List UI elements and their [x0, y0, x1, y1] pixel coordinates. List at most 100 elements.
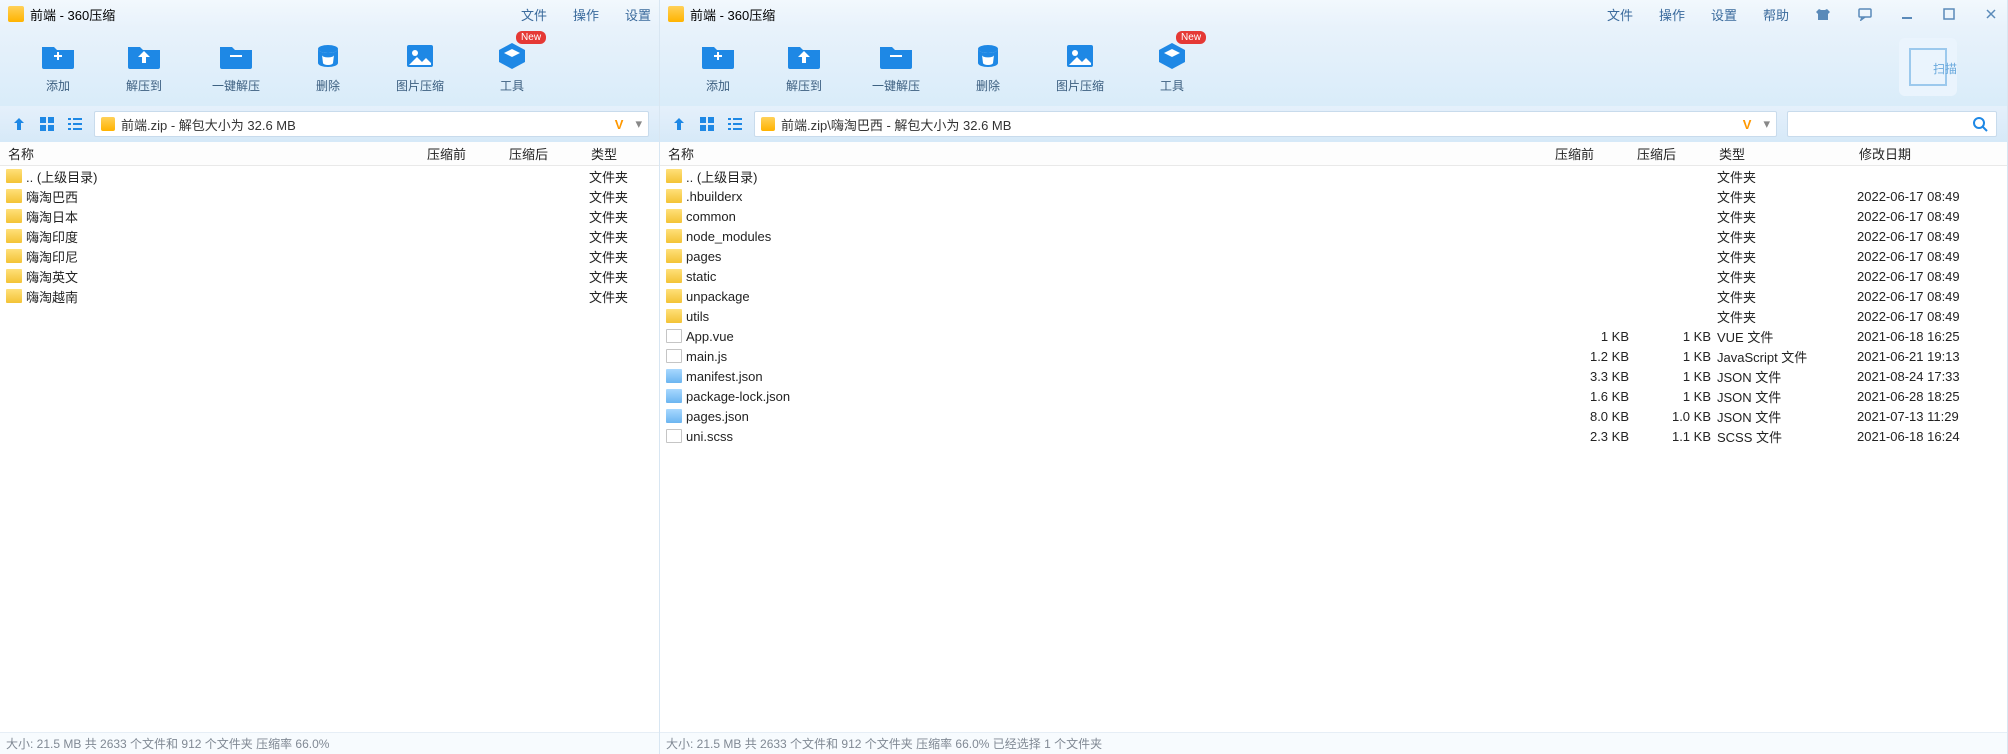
new-badge: New	[516, 31, 546, 44]
navrow-left: 前端.zip - 解包大小为 32.6 MB V ▾	[0, 106, 659, 142]
file-date: 2022-06-17 08:49	[1857, 289, 2007, 304]
nav-grid-icon[interactable]	[38, 115, 56, 133]
file-row[interactable]: pages文件夹2022-06-17 08:49	[660, 246, 2007, 266]
tool-one-click-label: 一键解压	[872, 77, 920, 94]
col-type[interactable]: 类型	[1717, 144, 1857, 163]
file-row[interactable]: unpackage文件夹2022-06-17 08:49	[660, 286, 2007, 306]
tool-delete[interactable]: 删除	[310, 41, 346, 94]
col-date[interactable]: 修改日期	[1857, 144, 2007, 163]
file-row[interactable]: 嗨淘越南文件夹	[0, 286, 659, 306]
file-name-cell: .. (上级目录)	[666, 167, 1553, 186]
file-row[interactable]: .. (上级目录) 文件夹	[0, 166, 659, 186]
file-date: 2021-06-21 19:13	[1857, 349, 2007, 364]
chevron-down-icon[interactable]: ▾	[635, 116, 642, 132]
json-icon	[666, 409, 682, 423]
file-row[interactable]: 嗨淘英文文件夹	[0, 266, 659, 286]
size-before: 2.3 KB	[1553, 429, 1635, 444]
file-name: .hbuilderx	[686, 189, 742, 204]
tool-one-click[interactable]: 一键解压	[212, 41, 260, 94]
col-before[interactable]: 压缩前	[1553, 144, 1635, 163]
scan-icon	[1909, 48, 1947, 86]
size-before: 3.3 KB	[1553, 369, 1635, 384]
file-row[interactable]: .hbuilderx文件夹2022-06-17 08:49	[660, 186, 2007, 206]
menu-settings[interactable]: 设置	[625, 5, 651, 24]
menu-action[interactable]: 操作	[573, 5, 599, 24]
delete-icon	[310, 41, 346, 71]
tool-extract-to[interactable]: 解压到	[126, 41, 162, 94]
file-list-left[interactable]: .. (上级目录)文件夹嗨淘巴西文件夹嗨淘日本文件夹嗨淘印度文件夹嗨淘印尼文件夹…	[0, 166, 659, 732]
search-input[interactable]	[1787, 111, 1997, 137]
tool-add[interactable]: 添加	[40, 41, 76, 94]
column-header-left[interactable]: 名称 压缩前 压缩后 类型	[0, 142, 659, 166]
col-type[interactable]: 类型	[589, 144, 659, 163]
skin-icon[interactable]	[1815, 6, 1831, 22]
menu-file[interactable]: 文件	[521, 5, 547, 24]
close-button[interactable]	[1983, 6, 1999, 22]
nav-up-icon[interactable]	[670, 115, 688, 133]
file-name-cell: .. (上级目录)	[6, 167, 425, 186]
tool-add[interactable]: 添加	[700, 41, 736, 94]
file-row[interactable]: main.js1.2 KB1 KBJavaScript 文件2021-06-21…	[660, 346, 2007, 366]
tool-one-click-label: 一键解压	[212, 77, 260, 94]
file-row[interactable]: .. (上级目录)文件夹	[660, 166, 2007, 186]
file-date: 2022-06-17 08:49	[1857, 249, 2007, 264]
col-name[interactable]: 名称	[666, 144, 1553, 163]
menu-file[interactable]: 文件	[1607, 5, 1633, 24]
menu-help[interactable]: 帮助	[1763, 5, 1789, 24]
file-type: 文件夹	[589, 167, 659, 186]
file-list-right[interactable]: .. (上级目录)文件夹.hbuilderx文件夹2022-06-17 08:4…	[660, 166, 2007, 732]
folder-icon	[666, 169, 682, 183]
col-after[interactable]: 压缩后	[507, 144, 589, 163]
file-row[interactable]: 嗨淘日本文件夹	[0, 206, 659, 226]
file-row[interactable]: utils文件夹2022-06-17 08:49	[660, 306, 2007, 326]
file-row[interactable]: 嗨淘印尼文件夹	[0, 246, 659, 266]
menu-settings[interactable]: 设置	[1711, 5, 1737, 24]
image-compress-icon	[402, 41, 438, 71]
tool-image-compress[interactable]: 图片压缩	[396, 41, 444, 94]
minimize-button[interactable]	[1899, 6, 1915, 22]
file-type: 文件夹	[1717, 207, 1857, 226]
file-row[interactable]: node_modules文件夹2022-06-17 08:49	[660, 226, 2007, 246]
path-input-right[interactable]: 前端.zip\嗨淘巴西 - 解包大小为 32.6 MB V ▾	[754, 111, 1777, 137]
chevron-down-icon[interactable]: ▾	[1763, 116, 1770, 132]
scan-button[interactable]	[1899, 38, 1957, 96]
tools-icon	[1154, 41, 1190, 71]
file-type: 文件夹	[589, 247, 659, 266]
col-after[interactable]: 压缩后	[1635, 144, 1717, 163]
folder-icon	[666, 209, 682, 223]
nav-grid-icon[interactable]	[698, 115, 716, 133]
nav-list-icon[interactable]	[726, 115, 744, 133]
file-row[interactable]: manifest.json3.3 KB1 KBJSON 文件2021-08-24…	[660, 366, 2007, 386]
folder-icon	[666, 269, 682, 283]
tool-one-click[interactable]: 一键解压	[872, 41, 920, 94]
maximize-button[interactable]	[1941, 6, 1957, 22]
column-header-right[interactable]: 名称 压缩前 压缩后 类型 修改日期	[660, 142, 2007, 166]
feedback-icon[interactable]	[1857, 6, 1873, 22]
file-name: utils	[686, 309, 709, 324]
file-date: 2021-06-28 18:25	[1857, 389, 2007, 404]
folder-icon	[6, 169, 22, 183]
file-row[interactable]: uni.scss2.3 KB1.1 KBSCSS 文件2021-06-18 16…	[660, 426, 2007, 446]
file-row[interactable]: common文件夹2022-06-17 08:49	[660, 206, 2007, 226]
file-row[interactable]: 嗨淘巴西文件夹	[0, 186, 659, 206]
tool-add-label: 添加	[46, 77, 70, 94]
menu-action[interactable]: 操作	[1659, 5, 1685, 24]
col-before[interactable]: 压缩前	[425, 144, 507, 163]
tool-image-compress[interactable]: 图片压缩	[1056, 41, 1104, 94]
folder-icon	[666, 229, 682, 243]
file-row[interactable]: package-lock.json1.6 KB1 KBJSON 文件2021-0…	[660, 386, 2007, 406]
tool-tools[interactable]: New 工具	[494, 41, 530, 94]
tool-tools[interactable]: New 工具	[1154, 41, 1190, 94]
path-input-left[interactable]: 前端.zip - 解包大小为 32.6 MB V ▾	[94, 111, 649, 137]
nav-list-icon[interactable]	[66, 115, 84, 133]
file-row[interactable]: pages.json8.0 KB1.0 KBJSON 文件2021-07-13 …	[660, 406, 2007, 426]
file-row[interactable]: static文件夹2022-06-17 08:49	[660, 266, 2007, 286]
tool-extract-to[interactable]: 解压到	[786, 41, 822, 94]
file-row[interactable]: App.vue1 KB1 KBVUE 文件2021-06-18 16:25	[660, 326, 2007, 346]
file-row[interactable]: 嗨淘印度文件夹	[0, 226, 659, 246]
file-name-cell: 嗨淘英文	[6, 267, 425, 286]
path-text-left: 前端.zip - 解包大小为 32.6 MB	[121, 115, 603, 134]
tool-delete[interactable]: 删除	[970, 41, 1006, 94]
nav-up-icon[interactable]	[10, 115, 28, 133]
col-name[interactable]: 名称	[6, 144, 425, 163]
